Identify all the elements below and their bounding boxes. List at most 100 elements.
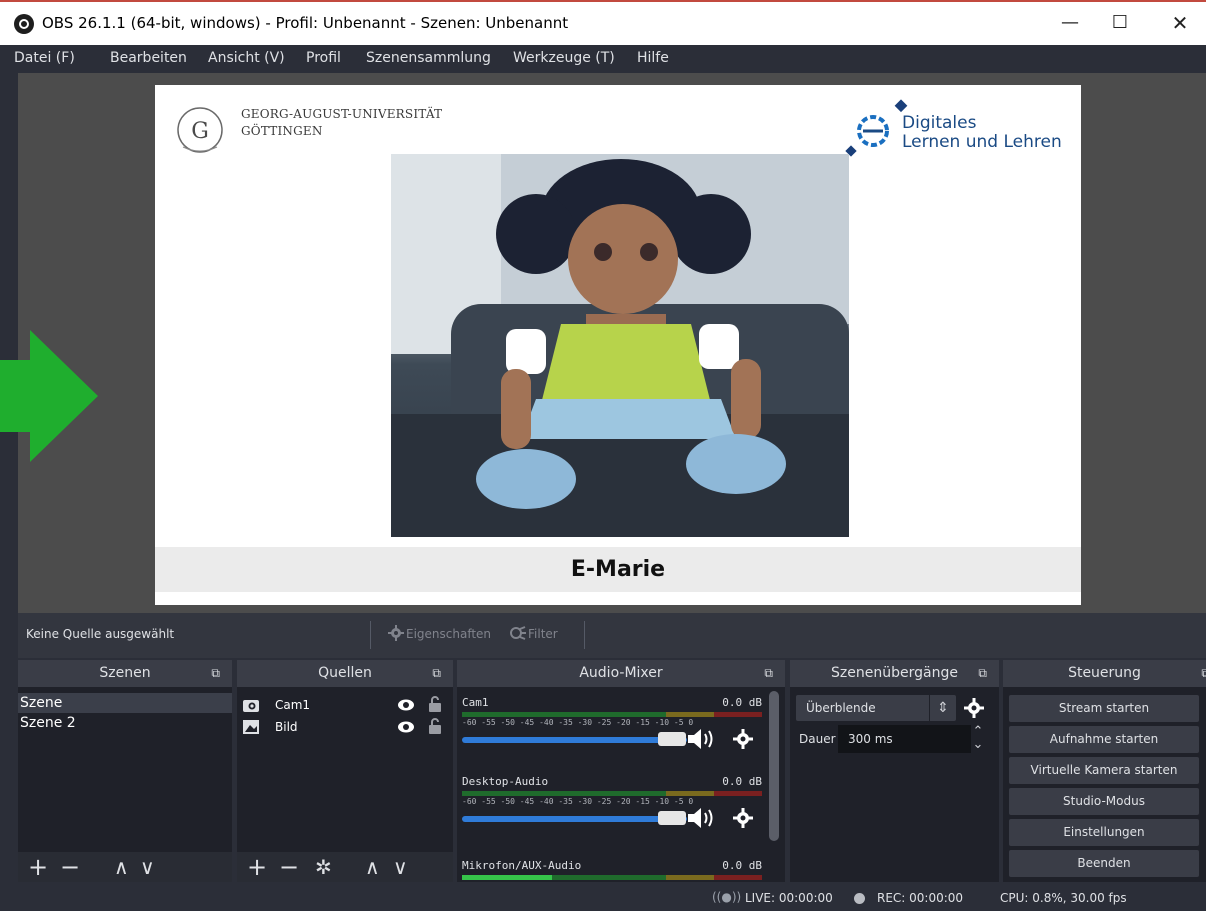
menu-bar: Datei (F) Bearbeiten Ansicht (V) Profil … [0,45,1206,73]
volume-meter [462,875,762,880]
minimize-button[interactable]: — [1050,8,1090,40]
eye-icon[interactable] [398,720,414,734]
university-name-line2: GÖTTINGEN [241,124,323,138]
gear-icon[interactable] [733,808,753,828]
menu-bearbeiten[interactable]: Bearbeiten [110,50,187,66]
volume-slider[interactable] [462,737,687,743]
eye-icon[interactable] [398,698,414,712]
controls-dock: Steuerung ⧉ Stream starten Aufnahme star… [1003,660,1206,882]
gear-icon[interactable] [733,729,753,749]
lock-icon[interactable] [429,696,441,712]
source-toolbar: Keine Quelle ausgewählt Eigenschaften Fi… [18,613,1206,658]
channel-name: Desktop-Audio [462,775,549,788]
add-scene-button[interactable]: + [28,854,48,880]
sources-dock: Quellen ⧉ Cam1 Bild + − ✲ ∧ ∨ [237,660,453,882]
transitions-title: Szenenübergänge [831,665,958,681]
camera-icon [243,700,259,712]
live-timer: LIVE: 00:00:00 [745,891,833,905]
lock-icon[interactable] [429,718,441,734]
caption-bar: E-Marie [155,547,1081,592]
menu-ansicht[interactable]: Ansicht (V) [208,50,285,66]
university-seal-icon: G [177,107,223,153]
scenes-list: Szene Szene 2 + − ∧ ∨ [18,687,232,882]
settings-button[interactable]: Einstellungen [1009,819,1199,846]
menu-profil[interactable]: Profil [306,50,341,66]
studio-mode-button[interactable]: Studio-Modus [1009,788,1199,815]
duration-input[interactable]: 300 ms [838,725,971,753]
select-arrows-icon[interactable]: ⇕ [929,695,956,721]
mixer-body: Cam1 0.0 dB -60 -55 -50 -45 -40 -35 -30 … [457,687,785,882]
exit-button[interactable]: Beenden [1009,850,1199,877]
slider-handle[interactable] [658,811,686,825]
remove-scene-button[interactable]: − [60,854,80,880]
properties-button[interactable]: Eigenschaften [388,625,491,641]
move-down-icon[interactable]: ∨ [140,854,155,880]
volume-slider[interactable] [462,816,687,822]
svg-text:G: G [191,119,209,144]
move-up-icon[interactable]: ∧ [114,854,129,880]
virtual-camera-button[interactable]: Virtuelle Kamera starten [1009,757,1199,784]
mixer-scrollbar[interactable] [769,691,779,841]
scene-item[interactable]: Szene 2 [18,713,232,733]
camera-feed [391,154,849,537]
preview-canvas[interactable]: G GEORG-AUGUST-UNIVERSITÄT GÖTTINGEN Dig… [155,85,1081,605]
add-source-button[interactable]: + [247,854,267,880]
channel-db: 0.0 dB [722,696,762,709]
speaker-icon[interactable] [688,728,714,750]
close-button[interactable]: ✕ [1160,8,1200,40]
filter-button[interactable]: Filter [510,625,558,641]
dll-line2: Lernen und Lehren [902,132,1062,152]
transitions-dock: Szenenübergänge ⧉ Überblende ⇕ Dauer 300… [790,660,999,882]
source-label: Bild [275,720,298,734]
slider-handle[interactable] [658,732,686,746]
maximize-button[interactable]: ☐ [1100,8,1140,40]
menu-werkzeuge[interactable]: Werkzeuge (T) [513,50,615,66]
speaker-icon[interactable] [688,807,714,829]
scenes-title: Szenen [99,665,151,681]
no-source-label: Keine Quelle ausgewählt [26,627,175,641]
controls-title: Steuerung [1068,665,1141,681]
record-start-button[interactable]: Aufnahme starten [1009,726,1199,753]
digital-learning-text: Digitales Lernen und Lehren [902,114,1062,152]
source-label: Cam1 [275,698,311,712]
undock-icon[interactable]: ⧉ [432,660,441,687]
controls-header: Steuerung ⧉ [1003,660,1206,687]
move-up-icon[interactable]: ∧ [365,854,380,880]
duration-label: Dauer [799,732,836,746]
undock-icon[interactable]: ⧉ [1201,660,1206,687]
dll-line1: Digitales [902,113,977,133]
scenes-footer: + − ∧ ∨ [18,852,232,882]
mixer-header: Audio-Mixer ⧉ [457,660,785,687]
channel-db: 0.0 dB [722,859,762,872]
scenes-header: Szenen ⧉ [18,660,232,687]
caption-text: E-Marie [570,557,666,582]
duration-stepper[interactable]: ⌃ ⌄ [971,725,985,753]
move-down-icon[interactable]: ∨ [393,854,408,880]
menu-datei[interactable]: Datei (F) [14,50,75,66]
menu-hilfe[interactable]: Hilfe [637,50,669,66]
meter-ticks: -60 -55 -50 -45 -40 -35 -30 -25 -20 -15 … [462,797,694,806]
filter-label: Filter [528,627,558,641]
gear-icon[interactable]: ✲ [315,854,332,880]
live-signal-icon: ((●)) [712,890,742,904]
separator [584,621,585,649]
gear-icon[interactable] [964,698,984,718]
scenes-dock: Szenen ⧉ Szene Szene 2 + − ∧ ∨ [18,660,232,882]
undock-icon[interactable]: ⧉ [978,660,987,687]
gear-icon [388,625,404,641]
cpu-fps: CPU: 0.8%, 30.00 fps [1000,891,1127,905]
undock-icon[interactable]: ⧉ [764,660,773,687]
stream-start-button[interactable]: Stream starten [1009,695,1199,722]
channel-name: Cam1 [462,696,489,709]
meter-ticks: -60 -55 -50 -45 -40 -35 -30 -25 -20 -15 … [462,718,694,727]
menu-szenensammlung[interactable]: Szenensammlung [366,50,491,66]
undock-icon[interactable]: ⧉ [211,660,220,687]
properties-label: Eigenschaften [406,627,492,641]
source-item[interactable]: Cam1 [237,695,453,715]
source-item[interactable]: Bild [237,717,453,737]
scene-item[interactable]: Szene [18,693,232,713]
channel-db: 0.0 dB [722,775,762,788]
sources-footer: + − ✲ ∧ ∨ [237,852,453,882]
rec-timer: REC: 00:00:00 [877,891,964,905]
remove-source-button[interactable]: − [279,854,299,880]
